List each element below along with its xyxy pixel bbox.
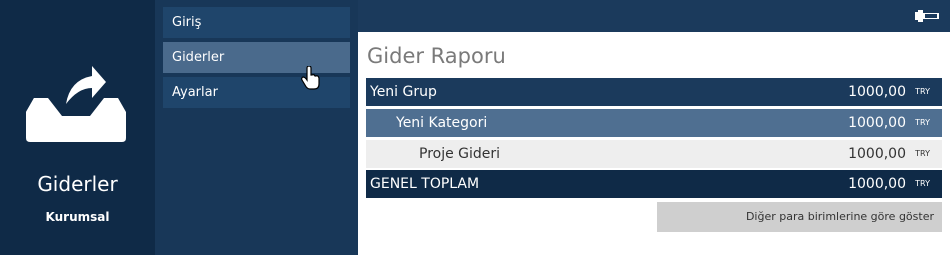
- report-row-item[interactable]: Proje Gideri 1000,00 TRY: [366, 140, 942, 168]
- row-label: Proje Gideri: [419, 146, 501, 162]
- page-title: Gider Raporu: [367, 44, 506, 68]
- plug-icon[interactable]: [915, 10, 939, 22]
- row-amount: 1000,00: [848, 176, 906, 192]
- main-content: Gider Raporu Yeni Grup 1000,00 TRY Yeni …: [358, 32, 950, 255]
- row-amount: 1000,00: [848, 115, 906, 131]
- row-amount: 1000,00: [848, 146, 906, 162]
- sidebar-item-ayarlar[interactable]: Ayarlar: [163, 77, 350, 108]
- row-amount: 1000,00: [848, 84, 906, 100]
- report-row-group[interactable]: Yeni Grup 1000,00 TRY: [366, 78, 942, 106]
- row-label: GENEL TOPLAM: [370, 176, 480, 192]
- sidebar-item-giris[interactable]: Giriş: [163, 7, 350, 38]
- sidebar-nav: Giriş Giderler Ayarlar: [155, 0, 358, 255]
- row-label: Yeni Grup: [370, 84, 437, 100]
- top-bar: [358, 0, 950, 32]
- brand-panel: Giderler Kurumsal: [0, 0, 155, 255]
- row-currency: TRY: [915, 118, 930, 127]
- row-currency: TRY: [915, 149, 930, 158]
- sidebar-item-giderler[interactable]: Giderler: [163, 42, 350, 73]
- show-other-currencies-button[interactable]: Diğer para birimlerine göre göster: [657, 202, 942, 232]
- row-label: Yeni Kategori: [396, 115, 488, 131]
- row-currency: TRY: [915, 179, 930, 188]
- hand-cursor-icon: [301, 66, 320, 90]
- row-currency: TRY: [915, 87, 930, 96]
- brand-subtitle: Kurumsal: [45, 210, 110, 224]
- report-row-total: GENEL TOPLAM 1000,00 TRY: [366, 170, 942, 198]
- inbox-export-icon: [26, 66, 126, 142]
- report-row-category[interactable]: Yeni Kategori 1000,00 TRY: [366, 109, 942, 137]
- brand-title: Giderler: [37, 172, 118, 196]
